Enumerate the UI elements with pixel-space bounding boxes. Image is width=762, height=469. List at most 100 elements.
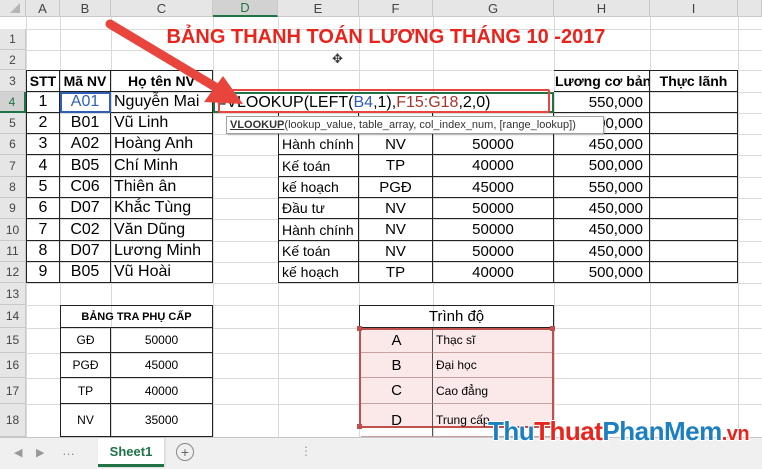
cell-chuc[interactable]: NV: [359, 134, 433, 155]
cell-luong[interactable]: 550,000: [554, 92, 650, 113]
row-header-11[interactable]: 11: [0, 241, 26, 262]
cell-chuc[interactable]: TP: [359, 155, 433, 177]
row-header-6[interactable]: 6: [0, 134, 26, 155]
trinhdo-key[interactable]: A: [361, 328, 433, 353]
trinhdo-key[interactable]: D: [361, 404, 433, 437]
cell-stt[interactable]: 7: [26, 219, 60, 241]
trinhdo-title[interactable]: Trình độ: [359, 305, 554, 328]
trinhdo-value[interactable]: Cao đẳng: [433, 378, 552, 404]
cell-chuc[interactable]: PGĐ: [359, 177, 433, 198]
scroll-divider[interactable]: ⋮: [300, 444, 312, 460]
range-handle[interactable]: [357, 326, 362, 331]
cell-stt[interactable]: 6: [26, 198, 60, 219]
row-header-12[interactable]: 12: [0, 262, 26, 283]
add-sheet-button[interactable]: +: [176, 443, 194, 461]
phucap-value[interactable]: 35000: [111, 404, 213, 437]
cell-phong[interactable]: kế hoạch: [278, 262, 359, 283]
cell-ten[interactable]: Lương Minh: [111, 241, 213, 262]
row-header-18[interactable]: 18: [0, 404, 26, 437]
cell-thuc[interactable]: [650, 219, 738, 241]
cell-luong[interactable]: 550,000: [554, 177, 650, 198]
cell-luong[interactable]: 450,000: [554, 241, 650, 262]
tab-ellipsis[interactable]: …: [62, 443, 75, 458]
trinhdo-key[interactable]: B: [361, 353, 433, 378]
tab-nav-next-icon[interactable]: ▶: [36, 446, 44, 459]
cell-phong[interactable]: Hành chính: [278, 134, 359, 155]
header-stt[interactable]: STT: [26, 70, 60, 92]
cell-phong[interactable]: kế hoạch: [278, 177, 359, 198]
row-header-14[interactable]: 14: [0, 305, 26, 328]
cell-phucap[interactable]: 50000: [433, 219, 554, 241]
cell-ma[interactable]: C06: [60, 177, 111, 198]
cell-phong[interactable]: Hành chính: [278, 219, 359, 241]
cell-thuc[interactable]: [650, 92, 738, 113]
column-header-a[interactable]: A: [26, 0, 60, 17]
cell-luong[interactable]: 500,000: [554, 262, 650, 283]
cell-ten[interactable]: Văn Dũng: [111, 219, 213, 241]
cell-phucap[interactable]: 40000: [433, 155, 554, 177]
phucap-key[interactable]: NV: [60, 404, 111, 437]
cell-phong[interactable]: Đầu tư: [278, 198, 359, 219]
header-luong[interactable]: Lương cơ bản: [554, 70, 650, 92]
cell-stt[interactable]: 8: [26, 241, 60, 262]
row-header-2[interactable]: 2: [0, 50, 26, 70]
cell-thuc[interactable]: [650, 113, 738, 134]
cell-phucap[interactable]: 40000: [433, 262, 554, 283]
cell-phucap[interactable]: 45000: [433, 177, 554, 198]
cell-phucap[interactable]: 50000: [433, 198, 554, 219]
phucap-value[interactable]: 50000: [111, 328, 213, 353]
cell-ten[interactable]: Hoàng Anh: [111, 134, 213, 155]
phucap-value[interactable]: 40000: [111, 378, 213, 404]
row-header-15[interactable]: 15: [0, 328, 26, 353]
cell-ma[interactable]: A02: [60, 134, 111, 155]
cell-phong[interactable]: Kế toán: [278, 241, 359, 262]
range-handle[interactable]: [550, 326, 555, 331]
row-header-17[interactable]: 17: [0, 378, 26, 404]
column-header-e[interactable]: E: [278, 0, 359, 17]
cell-ten[interactable]: Khắc Tùng: [111, 198, 213, 219]
phucap-title[interactable]: BẢNG TRA PHỤ CẤP: [60, 305, 213, 328]
cell-chuc[interactable]: NV: [359, 241, 433, 262]
tab-nav-prev-icon[interactable]: ◀: [14, 446, 22, 459]
cell-ten[interactable]: Thiên ân: [111, 177, 213, 198]
cell-chuc[interactable]: NV: [359, 219, 433, 241]
cell-ma[interactable]: C02: [60, 219, 111, 241]
row-header-10[interactable]: 10: [0, 219, 26, 241]
cell-stt[interactable]: 1: [26, 92, 60, 113]
column-header-g[interactable]: G: [433, 0, 554, 17]
cell-stt[interactable]: 9: [26, 262, 60, 283]
row-header-13[interactable]: 13: [0, 283, 26, 305]
cell-thuc[interactable]: [650, 177, 738, 198]
range-handle[interactable]: [357, 424, 362, 429]
cell-ma[interactable]: D07: [60, 198, 111, 219]
cell-phong[interactable]: Kế toán: [278, 155, 359, 177]
cell-ma[interactable]: D07: [60, 241, 111, 262]
cell-phucap[interactable]: 50000: [433, 241, 554, 262]
cell-thuc[interactable]: [650, 262, 738, 283]
trinhdo-value[interactable]: Đại học: [433, 353, 552, 378]
trinhdo-value[interactable]: Thạc sĩ: [433, 328, 552, 353]
cell-stt[interactable]: 3: [26, 134, 60, 155]
cell-chuc[interactable]: NV: [359, 198, 433, 219]
header-thuc-lanh[interactable]: Thực lãnh: [650, 70, 738, 92]
cell-stt[interactable]: 4: [26, 155, 60, 177]
phucap-key[interactable]: GĐ: [60, 328, 111, 353]
tab-sheet1[interactable]: Sheet1: [98, 438, 164, 467]
column-header-f[interactable]: F: [359, 0, 433, 17]
cell-luong[interactable]: 450,000: [554, 219, 650, 241]
row-header-1[interactable]: 1: [0, 29, 26, 50]
cell-chuc[interactable]: TP: [359, 262, 433, 283]
cell-ten[interactable]: Chí Minh: [111, 155, 213, 177]
column-header-i[interactable]: I: [650, 0, 738, 17]
cell-ma[interactable]: B05: [60, 262, 111, 283]
function-tooltip[interactable]: VLOOKUP (lookup_value, table_array, col_i…: [226, 116, 604, 134]
cell-ten[interactable]: Vũ Hoài: [111, 262, 213, 283]
phucap-key[interactable]: PGĐ: [60, 353, 111, 378]
row-header-16[interactable]: 16: [0, 353, 26, 378]
column-header-h[interactable]: H: [554, 0, 650, 17]
cell-thuc[interactable]: [650, 198, 738, 219]
row-header-9[interactable]: 9: [0, 198, 26, 219]
row-header-3[interactable]: 3: [0, 70, 26, 92]
cell-thuc[interactable]: [650, 134, 738, 155]
phucap-key[interactable]: TP: [60, 378, 111, 404]
